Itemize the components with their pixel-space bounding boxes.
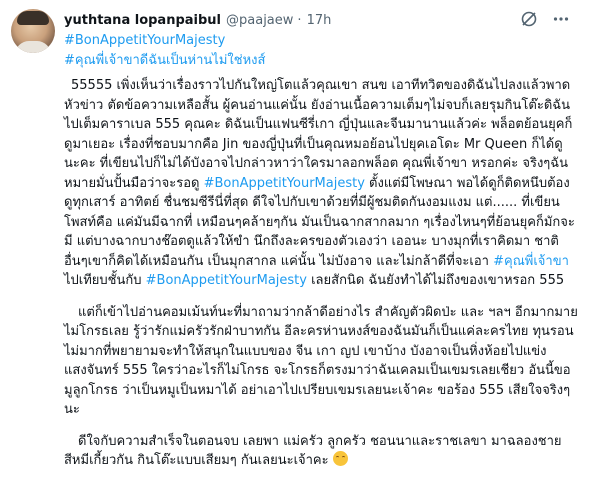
timestamp[interactable]: 17h	[307, 13, 332, 28]
smile-emoji-icon	[332, 451, 348, 466]
tweet-text: ไปเทียบชั้นกับ	[64, 273, 146, 288]
more-icon[interactable]	[552, 10, 570, 32]
author-name[interactable]: yuthtana lopanpaibul	[64, 13, 221, 28]
author-handle[interactable]: @paajaew	[226, 13, 293, 28]
tweet-paragraph: 55555 เพิ่งเห็นว่าเรื่องราวไปกันใหญ่โตแล…	[64, 76, 578, 291]
header-actions	[520, 10, 570, 32]
tweet-text: แต่ก็เข้าไปอ่านคอมเม้นท์นะที่มาถามว่ากล้…	[64, 304, 578, 418]
hashtag-link[interactable]: #BonAppetitYourMajesty	[204, 176, 365, 191]
hashtag-link[interactable]: #คุณพี่เจ้าขาดีฉันเป็นห่านไม่ใช่หงส์	[64, 51, 578, 71]
tweet-text: 55555 เพิ่งเห็นว่าเรื่องราวไปกันใหญ่โตแล…	[64, 78, 573, 191]
hashtag-link[interactable]: #BonAppetitYourMajesty	[146, 273, 307, 288]
tweet-body: #BonAppetitYourMajesty #คุณพี่เจ้าขาดีฉั…	[64, 31, 578, 471]
tweet-text: เลยสักนิด ฉันยังทำได้ไม่ถึงของเขาหรอก 55…	[306, 273, 565, 288]
tweet-paragraph: ดีใจกับความสำเร็จในตอนจบ เลยพา แม่ครัว ล…	[64, 432, 578, 471]
grok-icon[interactable]	[520, 10, 538, 32]
dot-separator: ·	[297, 12, 302, 28]
tweet-header: yuthtana lopanpaibul @paajaew · 17h	[64, 10, 570, 30]
avatar[interactable]	[11, 9, 55, 53]
avatar-hair	[17, 11, 49, 25]
tweet-text: ดีใจกับความสำเร็จในตอนจบ เลยพา แม่ครัว ล…	[64, 433, 562, 469]
tweet-paragraph: แต่ก็เข้าไปอ่านคอมเม้นท์นะที่มาถามว่ากล้…	[64, 303, 578, 420]
avatar-shirt	[15, 41, 51, 53]
hashtag-link[interactable]: #BonAppetitYourMajesty	[64, 31, 578, 51]
hashtag-link[interactable]: #คุณพี่เจ้าขา	[493, 254, 569, 269]
